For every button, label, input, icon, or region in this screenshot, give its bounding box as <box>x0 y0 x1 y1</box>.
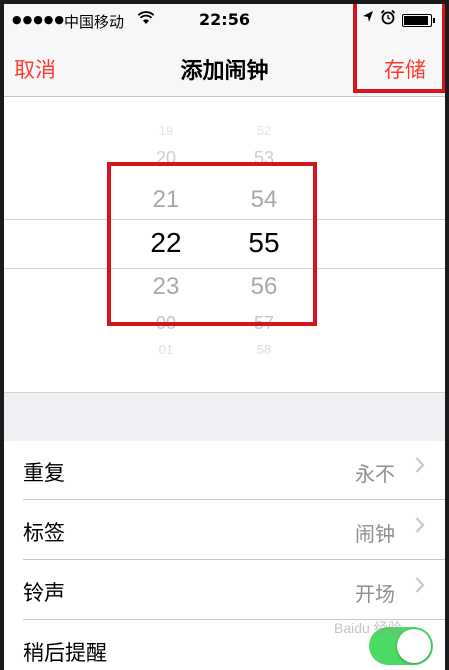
row-divider <box>23 619 445 620</box>
section-separator <box>4 392 445 442</box>
chevron-right-icon <box>415 515 425 540</box>
toggle-knob <box>397 629 431 663</box>
chevron-right-icon <box>415 575 425 600</box>
save-highlight-box <box>353 4 445 93</box>
device-frame: ●●●●● 中国移动 22:56 取消 添加闹钟 存储 19 20 21 22 … <box>0 0 449 670</box>
row-divider <box>23 499 445 500</box>
minute-option[interactable]: 58 <box>234 342 294 357</box>
sound-row[interactable]: 铃声 开场 <box>4 561 445 620</box>
minute-option[interactable]: 52 <box>234 123 294 138</box>
time-picker[interactable]: 19 20 21 22 23 00 01 52 53 54 55 56 57 5… <box>4 97 445 392</box>
snooze-toggle[interactable] <box>369 627 433 665</box>
picker-highlight-box <box>107 162 317 326</box>
picker-fade-top <box>4 97 445 167</box>
tag-label: 标签 <box>23 521 65 545</box>
snooze-label: 稍后提醒 <box>23 641 107 665</box>
chevron-right-icon <box>415 455 425 480</box>
screen: ●●●●● 中国移动 22:56 取消 添加闹钟 存储 19 20 21 22 … <box>4 4 445 670</box>
repeat-label: 重复 <box>23 461 65 485</box>
repeat-row[interactable]: 重复 永不 <box>4 441 445 500</box>
repeat-value: 永不 <box>355 462 395 486</box>
snooze-row: 稍后提醒 <box>4 621 445 670</box>
hour-option[interactable]: 01 <box>136 342 196 357</box>
hour-option[interactable]: 19 <box>136 123 196 138</box>
tag-value: 闹钟 <box>355 522 395 546</box>
sound-value: 开场 <box>355 582 395 606</box>
row-divider <box>23 559 445 560</box>
sound-label: 铃声 <box>23 581 65 605</box>
alarm-settings-list: 重复 永不 标签 闹钟 铃声 开场 稍后提醒 <box>4 441 445 670</box>
picker-fade-bottom <box>4 322 445 392</box>
tag-row[interactable]: 标签 闹钟 <box>4 501 445 560</box>
